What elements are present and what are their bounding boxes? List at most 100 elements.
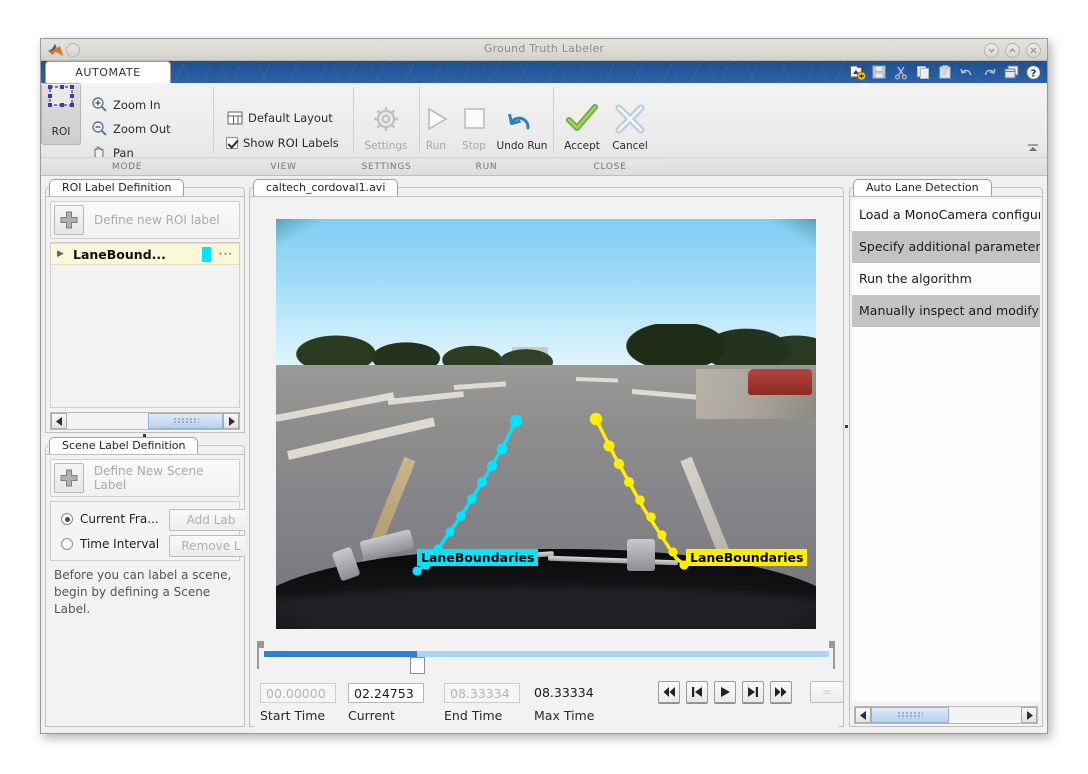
undo-icon[interactable]	[957, 62, 977, 82]
plus-icon	[59, 468, 79, 488]
roi-color-swatch[interactable]	[202, 247, 211, 262]
previous-frame-button[interactable]	[686, 681, 708, 703]
roi-label-list[interactable]: ▶ LaneBound... ···	[50, 242, 240, 408]
accept-button[interactable]: Accept	[555, 99, 609, 152]
algorithm-instructions-list: Load a MonoCamera configur object from t…	[852, 199, 1040, 702]
scroll-thumb[interactable]	[871, 707, 949, 723]
window-controls	[984, 43, 1041, 58]
play-button[interactable]	[714, 681, 736, 703]
instruction-step: Specify additional parameters settings p…	[852, 231, 1040, 263]
ribbon-footer-view: VIEW	[214, 157, 353, 175]
scroll-right-arrow-icon[interactable]	[223, 413, 239, 429]
roi-label-definition-panel: ROI Label Definition Define new ROI labe…	[45, 179, 245, 433]
right-panel-frame: Load a MonoCamera configur object from t…	[849, 196, 1043, 727]
scroll-right-arrow-icon[interactable]	[1021, 707, 1037, 723]
current-time-field[interactable]: 02.24753	[348, 683, 424, 703]
center-right-splitter[interactable]	[844, 177, 848, 733]
undo-run-button[interactable]: Undo Run	[487, 99, 557, 152]
go-to-start-button[interactable]	[658, 681, 680, 703]
maximize-button[interactable]	[1005, 43, 1020, 58]
ribbon-footer-close: CLOSE	[554, 157, 666, 175]
tab-scene-label-definition[interactable]: Scene Label Definition	[49, 437, 198, 454]
roi-tag-right[interactable]: LaneBoundaries	[686, 549, 807, 566]
roi-panel-frame: Define new ROI label ▶ LaneBound... ···	[45, 196, 245, 433]
radio-button-icon[interactable]	[61, 538, 73, 550]
scroll-track[interactable]	[871, 707, 1021, 723]
scene-label-definition-panel: Scene Label Definition Define New Scene …	[45, 437, 245, 727]
skip-to-end-icon	[774, 686, 788, 698]
right-panel-horizontal-scrollbar[interactable]	[854, 706, 1038, 724]
show-roi-labels-checkbox[interactable]: Show ROI Labels	[226, 136, 339, 150]
cut-icon[interactable]	[891, 62, 911, 82]
tab-automate[interactable]: AUTOMATE	[45, 61, 171, 83]
scroll-left-arrow-icon[interactable]	[855, 707, 871, 723]
ground-truth-labeler-window: Ground Truth Labeler AUTOMATE	[40, 38, 1048, 734]
define-new-roi-label-row[interactable]: Define new ROI label	[50, 201, 240, 239]
start-time-flag[interactable]	[254, 641, 263, 669]
scene-panel-frame: Define New Scene Label Current Fra... Ti…	[45, 454, 245, 727]
scene-label-hint-text: Before you can label a scene, begin by d…	[54, 567, 236, 618]
add-scene-label-button[interactable]	[54, 463, 84, 493]
scroll-thumb[interactable]	[148, 413, 223, 429]
next-frame-button[interactable]	[742, 681, 764, 703]
ribbon-group-settings: Settings	[355, 83, 417, 156]
end-time-flag[interactable]	[830, 641, 839, 669]
title-bar: Ground Truth Labeler	[41, 39, 1047, 61]
show-roi-labels-label: Show ROI Labels	[243, 136, 339, 150]
video-display[interactable]: LaneBoundaries LaneBoundaries	[276, 219, 816, 629]
go-to-end-button[interactable]	[770, 681, 792, 703]
help-icon[interactable]: ?	[1023, 62, 1043, 82]
tab-roi-label-definition[interactable]: ROI Label Definition	[49, 179, 184, 196]
roi-mode-button[interactable]: ROI	[41, 83, 81, 145]
copy-icon[interactable]	[913, 62, 933, 82]
ribbon-footer-mode: MODE	[41, 157, 213, 175]
scroll-track[interactable]	[67, 413, 223, 429]
cancel-button[interactable]: Cancel	[603, 99, 657, 152]
previous-frame-icon	[690, 686, 704, 698]
tab-auto-lane-detection[interactable]: Auto Lane Detection	[853, 179, 992, 196]
ribbon-body: ROI Zoom In	[41, 83, 1047, 176]
current-time-label: Current	[348, 708, 395, 723]
save-icon[interactable]	[869, 62, 889, 82]
radio-button-icon[interactable]	[61, 513, 73, 525]
layout-icon[interactable]	[1001, 62, 1021, 82]
time-slider-track[interactable]	[264, 651, 829, 657]
undo-arrow-icon	[487, 99, 557, 139]
paste-icon[interactable]	[935, 62, 955, 82]
expand-arrow-icon[interactable]: ▶	[57, 249, 69, 259]
roi-tag-left[interactable]: LaneBoundaries	[417, 549, 538, 566]
roi-label-item[interactable]: ▶ LaneBound... ···	[51, 243, 239, 265]
main-body: ROI Label Definition Define new ROI labe…	[41, 177, 1047, 733]
collapse-ribbon-button[interactable]	[1025, 141, 1041, 155]
radio-current-frame[interactable]: Current Fra...	[61, 512, 159, 526]
close-button[interactable]	[1026, 43, 1041, 58]
roi-list-horizontal-scrollbar[interactable]	[50, 412, 240, 430]
timeline-area: 00.00000 02.24753 08.33334 08.33334 Star…	[254, 637, 839, 733]
define-new-scene-label-row[interactable]: Define New Scene Label	[50, 459, 240, 497]
zoom-in-button[interactable]: Zoom In	[91, 96, 161, 113]
time-slider-row[interactable]	[254, 639, 839, 671]
radio-current-frame-label: Current Fra...	[80, 512, 159, 526]
radio-time-interval[interactable]: Time Interval	[61, 537, 159, 551]
scroll-left-arrow-icon[interactable]	[51, 413, 67, 429]
add-label-button[interactable]: Add Lab	[169, 509, 253, 531]
zoom-out-button[interactable]: Zoom Out	[91, 120, 171, 137]
roi-more-options-icon[interactable]: ···	[219, 247, 233, 261]
add-roi-label-button[interactable]	[54, 205, 84, 235]
tab-video-file[interactable]: caltech_cordoval1.avi	[253, 179, 398, 196]
settings-button[interactable]: Settings	[359, 99, 413, 152]
remove-label-button[interactable]: Remove L	[169, 535, 253, 557]
zoom-timeline-button[interactable]: ≈	[810, 681, 844, 703]
quick-access-toolbar: ?	[847, 62, 1043, 82]
minimize-button[interactable]	[984, 43, 999, 58]
add-image-icon[interactable]	[847, 62, 867, 82]
time-slider-knob[interactable]	[410, 657, 425, 674]
default-layout-button[interactable]: Default Layout	[226, 109, 333, 126]
instruction-step: Load a MonoCamera configur object from t…	[852, 199, 1040, 231]
settings-label: Settings	[359, 140, 413, 152]
define-new-scene-label-placeholder: Define New Scene Label	[94, 464, 239, 492]
redo-icon[interactable]	[979, 62, 999, 82]
undo-run-label: Undo Run	[487, 140, 557, 152]
checkbox-icon	[226, 137, 238, 149]
end-time-field: 08.33334	[444, 683, 520, 703]
